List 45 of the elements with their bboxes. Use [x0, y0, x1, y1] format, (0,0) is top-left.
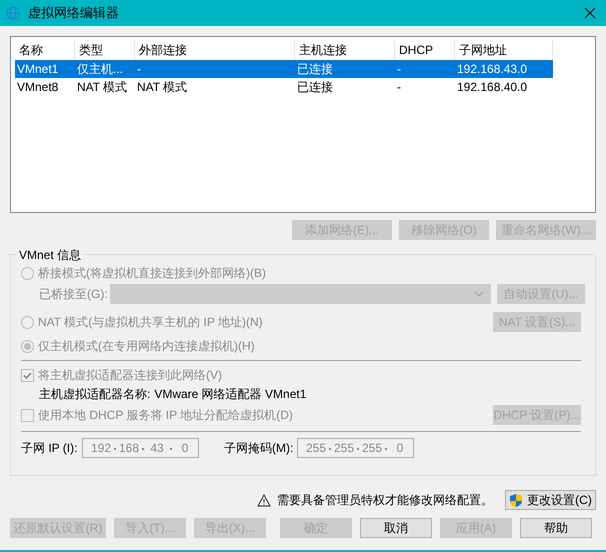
subnet-mask-field[interactable]: 255 255 255 0 [297, 438, 414, 458]
adapter-name: VMware 网络适配器 VMnet1 [154, 386, 306, 403]
window-title: 虚拟网络编辑器 [28, 4, 119, 22]
ip-octet: 43 [149, 440, 165, 457]
group-title: VMnet 信息 [17, 246, 84, 264]
subnet-ip-label: 子网 IP (I): [21, 440, 78, 457]
admin-notice: 需要具备管理员特权才能修改网络配置。 [277, 492, 493, 509]
table-cell-text: - [396, 79, 402, 96]
globe-icon [6, 6, 20, 20]
ip-octet: 192 [90, 440, 112, 457]
table-cell-text: 仅主机... [76, 61, 124, 78]
checkbox-label: 使用本地 DHCP 服务将 IP 地址分配给虚拟机(D) [38, 407, 293, 424]
radio-label: NAT 模式(与虚拟机共享主机的 IP 地址)(N) [38, 314, 263, 331]
chevron-down-icon [474, 291, 484, 297]
footer-button[interactable]: 帮助 [520, 518, 592, 538]
ip-octet: 0 [396, 440, 404, 457]
subnet-ip-field[interactable]: 192 168 43 0 [82, 438, 199, 458]
table-cell-text: 192.168.40.0 [456, 79, 528, 96]
table-cell-text: NAT 模式 [76, 79, 128, 96]
bridged-to-label: 已桥接至(G): [38, 286, 109, 303]
table-cell-text: 已连接 [296, 61, 334, 78]
subnet-mask-label: 子网掩码(M): [224, 440, 294, 457]
radio-label: 仅主机模式(在专用网络内连接虚拟机)(H) [38, 338, 255, 355]
ip-octet: 168 [118, 440, 140, 457]
checkbox-label: 将主机虚拟适配器连接到此网络(V) [38, 367, 222, 384]
close-icon[interactable] [584, 7, 596, 19]
ip-octet: 255 [332, 440, 356, 457]
table-cell-text: 192.168.43.0 [456, 61, 528, 78]
table-row[interactable]: VMnet8 NAT 模式 NAT 模式 已连接 - 192.168.40.0 [15, 78, 553, 96]
adapter-name-label: 主机虚拟适配器名称: [39, 386, 150, 403]
table-cell-text: VMnet1 [16, 61, 60, 78]
table-cell-text: VMnet8 [16, 79, 60, 96]
ip-octet: 255 [360, 440, 384, 457]
table-row[interactable]: VMnet1 仅主机... - 已连接 - 192.168.43.0 [15, 60, 553, 78]
table-cell-text: 已连接 [296, 79, 334, 96]
radio-label: 桥接模式(将虚拟机直接连接到外部网络)(B) [38, 265, 266, 282]
warning-icon [257, 494, 271, 506]
ip-octet: 255 [304, 440, 328, 457]
footer-button[interactable]: 取消 [360, 518, 432, 538]
change-settings-button[interactable]: 更改设置(C) [505, 490, 596, 510]
shield-icon [509, 492, 524, 508]
table-cell-text: - [396, 61, 402, 78]
table-cell-text: NAT 模式 [136, 79, 188, 96]
ip-octet: 0 [180, 440, 190, 457]
table-cell-text: - [136, 61, 142, 78]
